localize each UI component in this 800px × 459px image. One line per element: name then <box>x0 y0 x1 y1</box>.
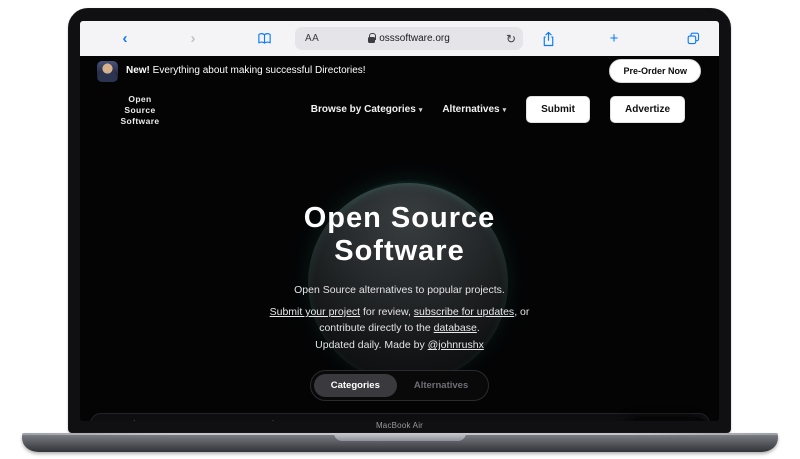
reload-button[interactable]: ↻ <box>506 32 516 46</box>
search-box <box>90 413 710 421</box>
search-input[interactable] <box>91 414 709 421</box>
new-tab-button[interactable]: + <box>604 21 624 56</box>
made-by-badge[interactable]: by John <box>631 417 709 421</box>
plus-icon: + <box>609 30 619 47</box>
lock-icon <box>368 33 377 43</box>
forward-button[interactable]: › <box>184 21 202 56</box>
nav-alternatives[interactable]: Alternatives ▾ <box>442 104 506 115</box>
back-button[interactable]: ‹ <box>116 21 134 56</box>
laptop-model-label: MacBook Air <box>375 421 424 430</box>
logo-line: Open <box>128 94 152 104</box>
advertize-button[interactable]: Advertize <box>609 95 685 123</box>
hero-updated: Updated daily. Made by @johnrushx <box>80 339 719 351</box>
updated-text: Updated daily. Made by <box>315 339 428 351</box>
back-icon: ‹ <box>122 30 128 47</box>
nav-alternatives-label: Alternatives <box>442 103 500 115</box>
hero-links: Submit your project for review, subscrib… <box>80 304 719 337</box>
banner-text: New! Everything about making successful … <box>126 65 366 76</box>
nav-browse-categories-label: Browse by Categories <box>310 103 416 115</box>
hero-links-text: for review, <box>360 306 414 318</box>
chevron-down-icon: ▾ <box>502 106 507 114</box>
submit-button[interactable]: Submit <box>526 95 590 123</box>
preorder-button[interactable]: Pre-Order Now <box>609 59 701 83</box>
hero-title-line: Open Source <box>303 202 496 234</box>
banner-message: Everything about making successful Direc… <box>149 65 366 76</box>
view-toggle-wrap: Categories Alternatives <box>80 370 719 401</box>
hero-title-line: Software <box>334 235 465 268</box>
forward-icon: › <box>190 30 196 47</box>
site-content: New! Everything about making successful … <box>80 56 719 421</box>
hero-title: Open Source Software <box>80 202 719 269</box>
view-toggle: Categories Alternatives <box>309 370 490 401</box>
site-logo[interactable]: Open Source Software <box>108 94 172 127</box>
logo-line: Source <box>124 105 156 116</box>
browser-toolbar: ‹ › AA osssoftware.org ↻ + <box>80 21 719 56</box>
hero-links-text: . <box>476 322 480 335</box>
nav-browse-categories[interactable]: Browse by Categories ▾ <box>311 104 423 115</box>
logo-line: Software <box>120 116 160 127</box>
text-size-button[interactable]: AA <box>305 33 319 44</box>
address-bar[interactable]: AA osssoftware.org ↻ <box>295 27 523 50</box>
promo-banner: New! Everything about making successful … <box>80 56 719 86</box>
hero-subtitle: Open Source alternatives to popular proj… <box>294 284 505 296</box>
laptop-base <box>22 433 778 452</box>
chevron-down-icon: ▾ <box>418 106 423 114</box>
toggle-alternatives[interactable]: Alternatives <box>397 374 485 397</box>
share-button[interactable] <box>538 21 558 56</box>
banner-avatar <box>97 61 118 82</box>
book-icon <box>257 33 271 44</box>
tabs-icon <box>687 32 699 45</box>
url-display: osssoftware.org <box>295 33 523 44</box>
subscribe-link[interactable]: subscribe for updates <box>414 306 514 318</box>
laptop-base-notch <box>334 433 466 441</box>
laptop-screen: ‹ › AA osssoftware.org ↻ + New! Everythi… <box>80 21 719 421</box>
toggle-categories[interactable]: Categories <box>313 374 397 397</box>
tabs-overview-button[interactable] <box>682 21 704 56</box>
database-link[interactable]: database <box>434 322 477 334</box>
bookmarks-button[interactable] <box>254 21 274 56</box>
nav-menu: Browse by Categories ▾ Alternatives ▾ Subm… <box>311 90 685 128</box>
url-text: osssoftware.org <box>379 33 450 44</box>
share-icon <box>543 31 553 46</box>
page: MacBook Air ‹ › AA osssoftware.org ↻ + N… <box>0 0 800 459</box>
hero-links-text: contribute directly to the <box>319 322 434 335</box>
author-link[interactable]: @johnrushx <box>428 339 484 351</box>
hero-links-text: , or <box>514 306 530 318</box>
submit-project-link[interactable]: Submit your project <box>270 306 360 318</box>
site-nav: Open Source Software Browse by Categorie… <box>80 90 719 128</box>
banner-highlight: New! <box>126 65 150 76</box>
